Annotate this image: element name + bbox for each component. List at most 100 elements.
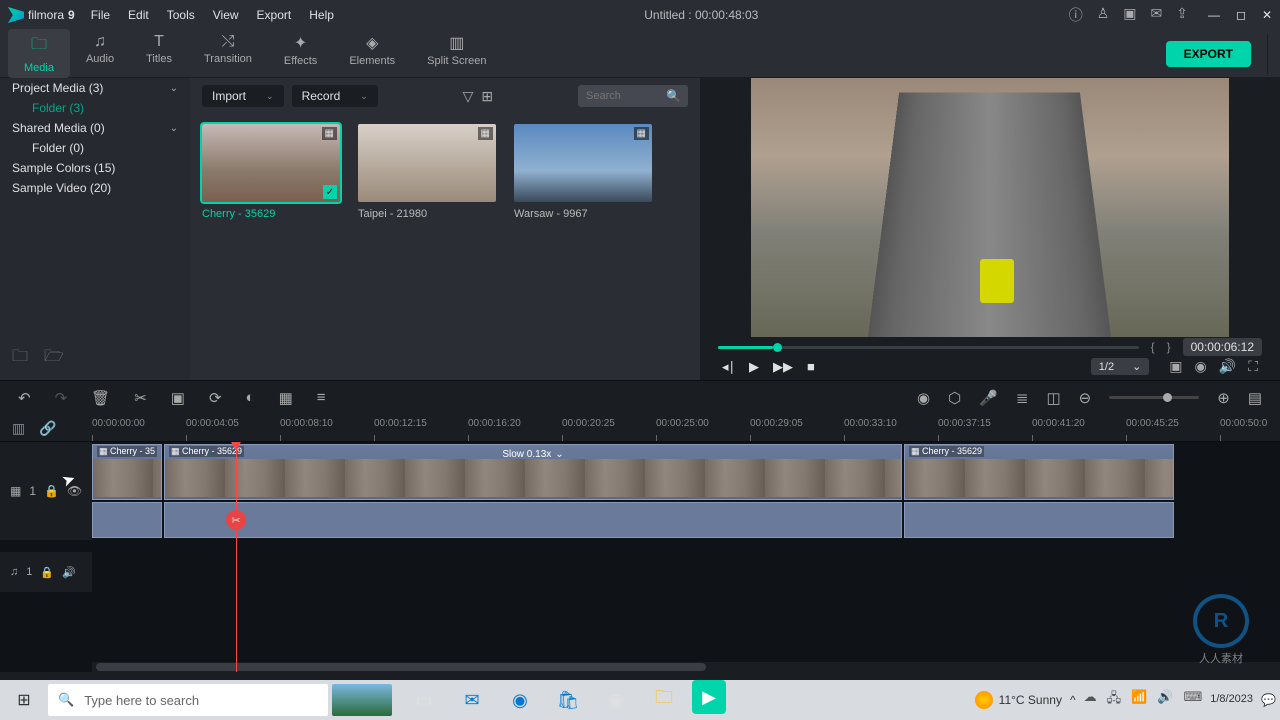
sidebar-item[interactable]: Project Media (3)⌄ [0, 78, 190, 98]
filter-icon[interactable]: ▽ [463, 88, 474, 105]
sound-icon[interactable]: 🔊 [1157, 689, 1173, 711]
wifi-icon[interactable]: 📶 [1131, 689, 1147, 711]
zoom-in-icon[interactable]: ⊕ [1217, 389, 1230, 407]
ruler-tick[interactable]: 00:00:12:15 [374, 414, 468, 441]
timeline-clip[interactable]: ▦ Cherry - 35 [92, 444, 162, 500]
taskbar-search-input[interactable]: 🔍 Type here to search [48, 684, 328, 716]
network-icon[interactable]: 🖧 [1107, 689, 1122, 711]
onedrive-icon[interactable]: ☁ [1084, 689, 1097, 711]
fullscreen-icon[interactable]: ⛶ [1248, 358, 1258, 375]
media-thumbnail[interactable]: ▦Warsaw - 9967 [514, 124, 652, 220]
language-icon[interactable]: ⌨ [1183, 689, 1202, 711]
ruler-tick[interactable]: 00:00:16:20 [468, 414, 562, 441]
media-thumbnail[interactable]: ▦✓Cherry - 35629 [202, 124, 340, 220]
ruler-tick[interactable]: 00:00:25:00 [656, 414, 750, 441]
tab-audio[interactable]: ♫Audio [70, 29, 130, 78]
undo-icon[interactable]: ↶ [18, 389, 31, 407]
crop-icon[interactable]: ▣ [171, 389, 185, 407]
notification-icon[interactable]: 💬 [1261, 693, 1276, 707]
timeline-clip[interactable]: ▦ Cherry - 35629Slow 0.13x ⌄ [164, 444, 902, 500]
ruler-tick[interactable]: 00:00:37:15 [938, 414, 1032, 441]
speed-badge[interactable]: Slow 0.13x ⌄ [502, 449, 563, 460]
prev-frame-icon[interactable]: ◂∣ [722, 359, 735, 375]
media-thumbnail[interactable]: ▦Taipei - 21980 [358, 124, 496, 220]
ruler-tick[interactable]: 00:00:00:00 [92, 414, 186, 441]
windows-start-icon[interactable]: ⊞ [4, 680, 44, 720]
speed-icon[interactable]: ⟳ [209, 389, 222, 407]
speaker-icon[interactable]: 🔊 [62, 566, 76, 579]
settings-icon[interactable]: ▤ [1248, 389, 1262, 407]
lock-icon[interactable]: 🔒 [44, 484, 59, 498]
weather-widget[interactable]: 11°C Sunny [975, 691, 1062, 709]
menu-tools[interactable]: Tools [167, 8, 195, 22]
info-icon[interactable]: ⓘ [1069, 5, 1083, 25]
timeline-zoom-slider[interactable] [1109, 396, 1199, 399]
delete-icon[interactable]: 🗑 [91, 389, 110, 407]
snapshot-icon[interactable]: ◉ [1195, 358, 1207, 375]
ruler-tick[interactable]: 00:00:41:20 [1032, 414, 1126, 441]
ruler-tick[interactable]: 00:00:08:10 [280, 414, 374, 441]
ruler-tick[interactable]: 00:00:04:05 [186, 414, 280, 441]
cut-icon[interactable]: ✂ [134, 389, 147, 407]
tab-media[interactable]: 🗀Media [8, 29, 70, 78]
sidebar-item[interactable]: Sample Colors (15) [0, 158, 190, 178]
link-icon[interactable]: 🔗 [39, 420, 56, 437]
stop-icon[interactable]: ■ [807, 359, 815, 375]
mark-in-icon[interactable]: { [1151, 340, 1155, 354]
mixer-icon[interactable]: ≣ [1016, 389, 1029, 407]
volume-icon[interactable]: 🔊 [1219, 358, 1236, 375]
grid-view-icon[interactable]: ⊞ [481, 88, 493, 105]
preview-zoom-select[interactable]: 1/2⌄ [1091, 358, 1150, 375]
ruler-tick[interactable]: 00:00:20:25 [562, 414, 656, 441]
maximize-icon[interactable]: ◻ [1236, 8, 1246, 22]
adjust-icon[interactable]: ≡ [317, 389, 326, 406]
marker-icon[interactable]: ⬡ [948, 389, 961, 407]
zoom-out-icon[interactable]: ⊖ [1079, 389, 1092, 407]
mail-icon[interactable]: ✉ [1151, 5, 1163, 25]
account-icon[interactable]: ♙ [1097, 5, 1110, 25]
menu-view[interactable]: View [213, 8, 239, 22]
tray-chevron-icon[interactable]: ^ [1070, 693, 1076, 707]
play-icon[interactable]: ▶ [749, 359, 759, 375]
filmora-icon[interactable]: ▶ [692, 680, 726, 714]
export-button[interactable]: EXPORT [1166, 41, 1251, 67]
sidebar-item[interactable]: Folder (3) [0, 98, 190, 118]
tab-split-screen[interactable]: ▥Split Screen [411, 29, 502, 78]
fit-icon[interactable]: ◫ [1046, 389, 1060, 407]
tab-transition[interactable]: ⤭Transition [188, 29, 268, 78]
tab-titles[interactable]: TTitles [130, 29, 188, 78]
remove-folder-icon[interactable]: 🗁 [44, 345, 64, 372]
edge-icon[interactable]: ◉ [500, 680, 540, 720]
timeline-scrollbar[interactable] [96, 663, 706, 671]
color-icon[interactable]: ◐ [246, 389, 255, 406]
mic-icon[interactable]: ⇪ [1176, 5, 1188, 25]
next-frame-icon[interactable]: ▶▶ [773, 359, 793, 375]
menu-file[interactable]: File [91, 8, 110, 22]
search-input[interactable] [586, 90, 660, 102]
preview-progress[interactable] [718, 346, 1139, 349]
search-icon[interactable]: 🔍 [666, 89, 681, 103]
taskbar-clock[interactable]: 1/8/2023 [1210, 693, 1253, 706]
store-icon[interactable]: 🛍 [548, 680, 588, 720]
compare-icon[interactable]: ▣ [1169, 358, 1182, 375]
lock-icon[interactable]: 🔒 [40, 566, 54, 579]
voiceover-icon[interactable]: 🎤 [979, 389, 998, 407]
mail-app-icon[interactable]: ✉ [452, 680, 492, 720]
ruler-tick[interactable]: 00:00:45:25 [1126, 414, 1220, 441]
render-icon[interactable]: ◉ [917, 389, 930, 407]
close-icon[interactable]: ✕ [1262, 8, 1272, 22]
record-dropdown[interactable]: Record⌄ [292, 85, 378, 107]
notify-icon[interactable]: ▣ [1123, 5, 1136, 25]
green-screen-icon[interactable]: ▦ [279, 389, 293, 407]
sidebar-item[interactable]: Folder (0) [0, 138, 190, 158]
minimize-icon[interactable]: — [1208, 8, 1220, 22]
import-dropdown[interactable]: Import⌄ [202, 85, 284, 107]
tab-effects[interactable]: ✦Effects [268, 29, 333, 78]
mark-out-icon[interactable]: } [1167, 340, 1171, 354]
scissor-icon[interactable]: ✂ [226, 510, 246, 530]
task-view-icon[interactable]: ▭ [404, 680, 444, 720]
menu-export[interactable]: Export [257, 8, 292, 22]
track-manager-icon[interactable]: ▥ [12, 420, 25, 437]
sidebar-item[interactable]: Sample Video (20) [0, 178, 190, 198]
ruler-tick[interactable]: 00:00:29:05 [750, 414, 844, 441]
